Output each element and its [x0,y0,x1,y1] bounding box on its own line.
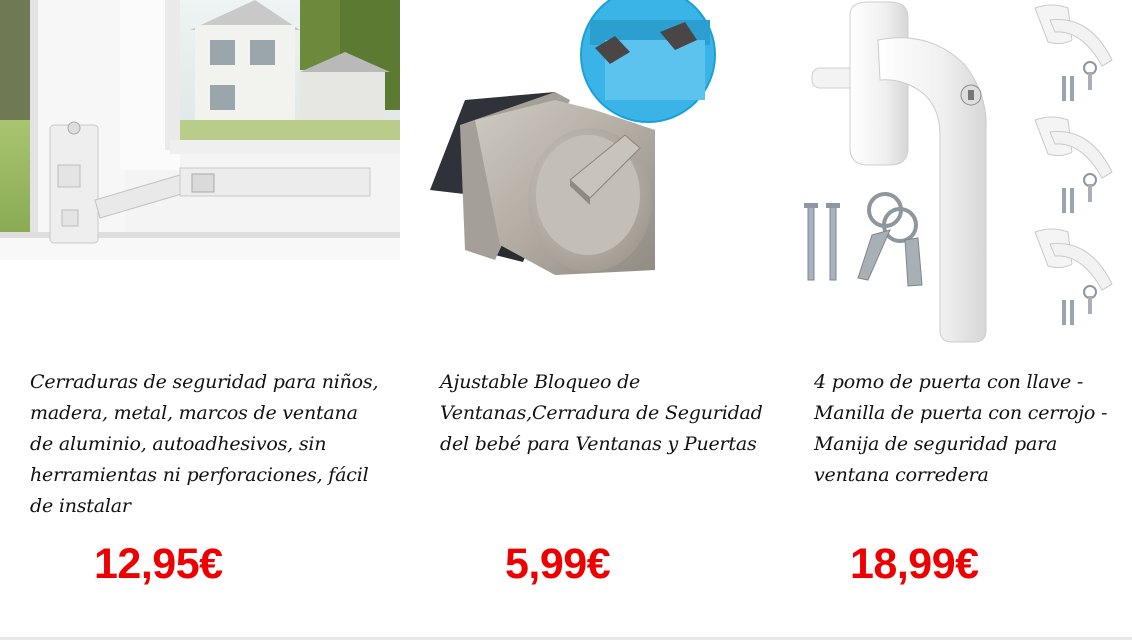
product-title[interactable]: Cerraduras de seguridad para niños, made… [30,367,380,522]
window-handle-with-key-photo [790,0,1132,345]
product-price: 12,95€ [94,540,223,588]
product-card-sliding-window-lock[interactable]: Ajustable Bloqueo de Ventanas,Cerradura … [405,0,765,640]
window-lock-strap-photo [0,0,400,300]
sliding-window-lock-photo [405,0,765,330]
product-price: 5,99€ [505,540,611,588]
product-image[interactable] [0,0,400,300]
product-title[interactable]: 4 pomo de puerta con llave - Manilla de … [814,367,1119,491]
product-title[interactable]: Ajustable Bloqueo de Ventanas,Cerradura … [440,367,765,460]
product-image[interactable] [790,0,1132,345]
product-card-window-strap-lock[interactable]: Cerraduras de seguridad para niños, made… [0,0,400,640]
product-card-window-handle[interactable]: 4 pomo de puerta con llave - Manilla de … [790,0,1132,640]
product-grid: Cerraduras de seguridad para niños, made… [0,0,1132,640]
product-image[interactable] [405,0,765,330]
product-price: 18,99€ [850,540,979,588]
